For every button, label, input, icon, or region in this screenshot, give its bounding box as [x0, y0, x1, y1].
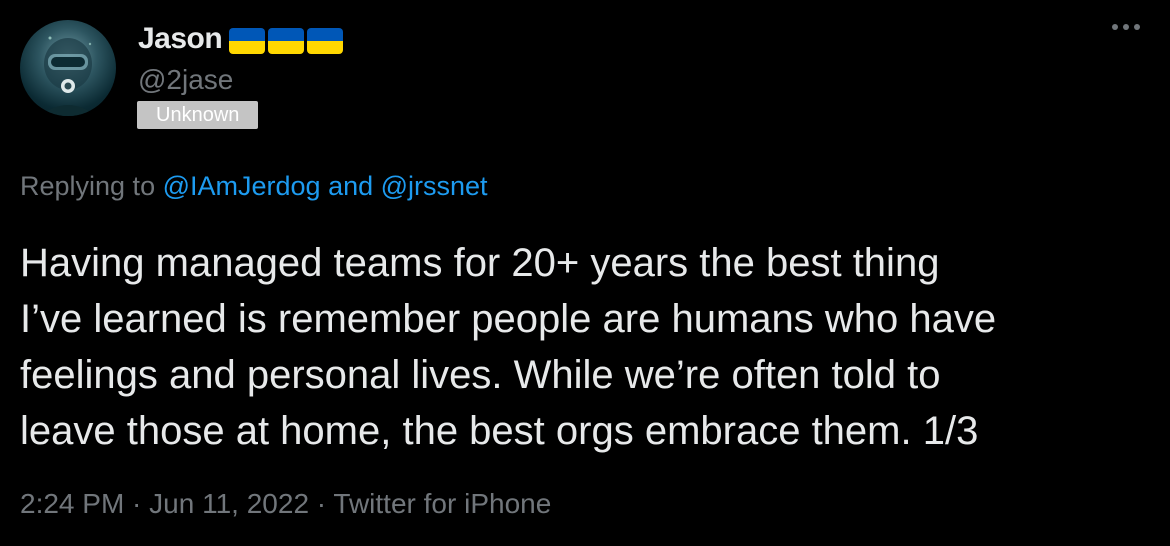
- ukraine-flag-icon: [268, 28, 304, 54]
- tweet-metadata: 2:24 PM · Jun 11, 2022 · Twitter for iPh…: [20, 488, 551, 520]
- avatar[interactable]: [20, 20, 116, 116]
- status-badge: Unknown: [137, 101, 259, 129]
- mention-link[interactable]: @jrssnet: [381, 171, 488, 201]
- display-name[interactable]: Jason: [138, 22, 223, 56]
- meta-separator: ·: [124, 488, 150, 519]
- replying-to-line: Replying to @IAmJerdog and @jrssnet: [20, 171, 488, 202]
- ukraine-flag-icon: [307, 28, 343, 54]
- ukraine-flag-icon: [229, 28, 265, 54]
- tweet-time[interactable]: 2:24 PM: [20, 488, 124, 519]
- diver-avatar-icon: [40, 36, 96, 116]
- ukraine-flags: [229, 28, 343, 54]
- mention-link[interactable]: @IAmJerdog: [163, 171, 321, 201]
- tweet-line: I’ve learned is remember people are huma…: [20, 297, 997, 341]
- tweet-line: feelings and personal lives. While we’re…: [20, 353, 941, 397]
- replying-prefix: Replying to: [20, 171, 163, 201]
- tweet-line: leave those at home, the best orgs embra…: [20, 409, 979, 453]
- more-horizontal-icon[interactable]: [1112, 24, 1140, 30]
- meta-separator: ·: [309, 488, 334, 519]
- tweet-source: Twitter for iPhone: [333, 488, 552, 519]
- tweet-date[interactable]: Jun 11, 2022: [149, 488, 309, 519]
- tweet-line: Having managed teams for 20+ years the b…: [20, 241, 940, 285]
- user-handle[interactable]: @2jase: [138, 64, 233, 96]
- tweet-text: Having managed teams for 20+ years the b…: [20, 235, 1155, 459]
- mention-joiner: and: [320, 171, 381, 201]
